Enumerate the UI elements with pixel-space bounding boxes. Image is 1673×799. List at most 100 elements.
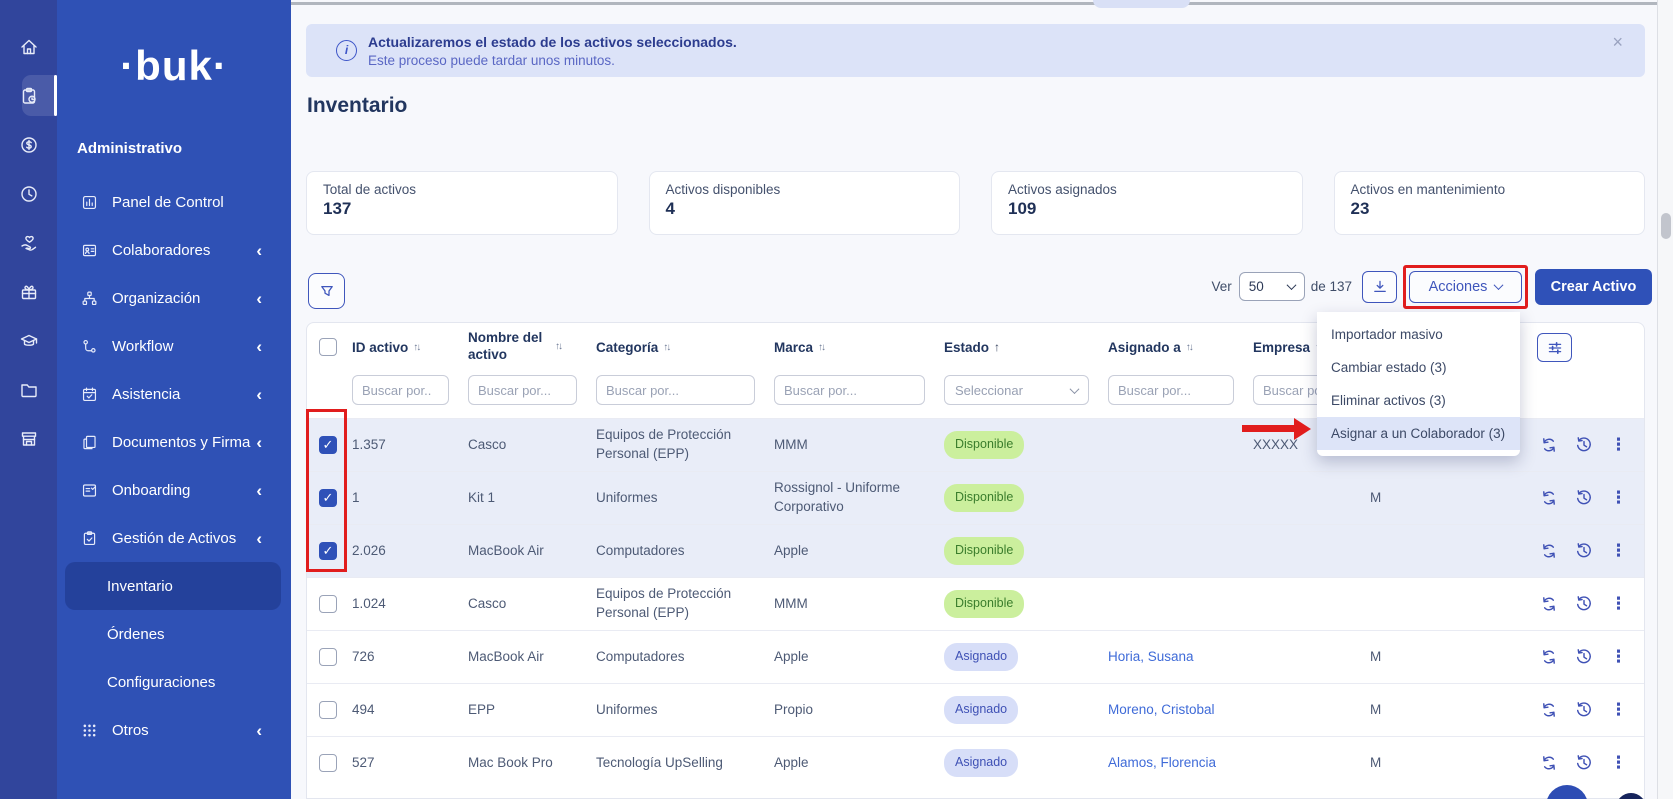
rail-item-marketplace[interactable] xyxy=(0,414,57,463)
banner-close-icon[interactable]: × xyxy=(1612,32,1623,53)
sync-icon[interactable] xyxy=(1540,542,1558,560)
sync-icon[interactable] xyxy=(1540,489,1558,507)
assignee-link[interactable]: Horia, Susana xyxy=(1108,649,1194,664)
column-header-marca[interactable]: Marca↑↓ xyxy=(767,340,937,355)
row-checkbox[interactable] xyxy=(319,595,337,613)
kebab-menu-icon[interactable]: ⋮ xyxy=(1610,648,1627,666)
sidebar-item-onboarding[interactable]: Onboarding‹ xyxy=(57,466,291,514)
cell-estado: Asignado xyxy=(937,743,1101,783)
sidebar-subitem-configuraciones[interactable]: Configuraciones xyxy=(65,658,281,706)
cell-id: 2.026 xyxy=(345,536,461,567)
history-icon[interactable] xyxy=(1575,489,1593,507)
filter-input-asignado-a[interactable] xyxy=(1108,375,1234,405)
row-checkbox[interactable]: ✓ xyxy=(319,542,337,560)
sidebar-item-documentos-y-firma[interactable]: Documentos y Firma‹ xyxy=(57,418,291,466)
buk-logo: ·buk· xyxy=(57,42,291,90)
rail-item-files[interactable] xyxy=(0,365,57,414)
menu-item-3[interactable]: Asignar a un Colaborador (3) xyxy=(1317,417,1520,450)
sidebar-item-organizaci-n[interactable]: Organización‹ xyxy=(57,274,291,322)
files-icon xyxy=(19,380,39,400)
filter-cell-4: Seleccionar xyxy=(937,371,1101,418)
rail-item-remunerations[interactable] xyxy=(0,120,57,169)
sidebar-item-label: Documentos y Firma xyxy=(112,434,256,451)
kebab-menu-icon[interactable]: ⋮ xyxy=(1610,754,1627,772)
filter-input-id-activo[interactable] xyxy=(352,375,449,405)
column-header-categor-a[interactable]: Categoría↑↓ xyxy=(589,340,767,355)
kebab-menu-icon[interactable]: ⋮ xyxy=(1610,701,1627,719)
row-checkbox-cell xyxy=(307,589,345,619)
cell-extra: M xyxy=(1363,642,1421,673)
filter-input-nombre-del-activo[interactable] xyxy=(468,375,577,405)
menu-item-1[interactable]: Cambiar estado (3) xyxy=(1317,351,1520,384)
column-header-id-activo[interactable]: ID activo↑↓ xyxy=(345,340,461,355)
assignee-link[interactable]: Alamos, Florencia xyxy=(1108,755,1216,770)
stat-value: 23 xyxy=(1351,199,1629,219)
time-icon xyxy=(19,184,39,204)
cell-marca: MMM xyxy=(767,589,937,620)
row-checkbox[interactable]: ✓ xyxy=(319,436,337,454)
row-checkbox[interactable]: ✓ xyxy=(319,489,337,507)
sidebar-item-gesti-n-de-activos[interactable]: Gestión de Activos‹ xyxy=(57,514,291,562)
sync-icon[interactable] xyxy=(1540,595,1558,613)
history-icon[interactable] xyxy=(1575,436,1593,454)
sync-icon[interactable] xyxy=(1540,648,1558,666)
sidebar-item-otros[interactable]: Otros‹ xyxy=(57,706,291,754)
sidebar-item-panel-de-control[interactable]: Panel de Control xyxy=(57,178,291,226)
sidebar-subitem--rdenes[interactable]: Órdenes xyxy=(65,610,281,658)
rail-item-benefits[interactable] xyxy=(0,218,57,267)
rail-item-asset-management[interactable] xyxy=(0,71,57,120)
menu-item-0[interactable]: Importador masivo xyxy=(1317,318,1520,351)
chevron-left-icon: ‹ xyxy=(256,386,262,403)
history-icon[interactable] xyxy=(1575,701,1593,719)
select-all-checkbox[interactable] xyxy=(319,338,337,356)
menu-item-2[interactable]: Eliminar activos (3) xyxy=(1317,384,1520,417)
page-title: Inventario xyxy=(307,94,407,118)
estado-filter-select[interactable]: Seleccionar xyxy=(944,375,1089,405)
kebab-menu-icon[interactable]: ⋮ xyxy=(1610,436,1627,454)
cell-categoria: Computadores xyxy=(589,536,767,567)
history-icon[interactable] xyxy=(1575,754,1593,772)
column-header-estado[interactable]: Estado↑ xyxy=(937,340,1101,355)
rail-item-training[interactable] xyxy=(0,316,57,365)
filter-button[interactable] xyxy=(308,273,345,309)
sync-icon[interactable] xyxy=(1540,754,1558,772)
column-header-asignado-a[interactable]: Asignado a↑↓ xyxy=(1101,340,1246,355)
sidebar-subitem-inventario[interactable]: Inventario xyxy=(65,562,281,610)
funnel-icon xyxy=(319,283,335,299)
kebab-menu-icon[interactable]: ⋮ xyxy=(1610,595,1627,613)
row-checkbox[interactable] xyxy=(319,754,337,772)
sidebar-item-label: Organización xyxy=(112,290,256,307)
filter-input-marca[interactable] xyxy=(774,375,925,405)
kebab-menu-icon[interactable]: ⋮ xyxy=(1610,542,1627,560)
sidebar-item-asistencia[interactable]: Asistencia‹ xyxy=(57,370,291,418)
rail-item-home[interactable] xyxy=(0,22,57,71)
table-row: ✓1Kit 1UniformesRossignol - Uniforme Cor… xyxy=(307,471,1644,524)
row-checkbox[interactable] xyxy=(319,648,337,666)
sidebar-item-workflow[interactable]: Workflow‹ xyxy=(57,322,291,370)
sync-icon[interactable] xyxy=(1540,436,1558,454)
sync-icon[interactable] xyxy=(1540,701,1558,719)
scrollbar-thumb[interactable] xyxy=(1661,213,1671,239)
history-icon[interactable] xyxy=(1575,595,1593,613)
status-badge: Disponible xyxy=(944,537,1024,565)
download-button[interactable] xyxy=(1362,271,1397,303)
assignee-link[interactable]: Moreno, Cristobal xyxy=(1108,702,1215,717)
filter-input-categor-a[interactable] xyxy=(596,375,755,405)
stat-card-2: Activos asignados109 xyxy=(991,171,1303,235)
cell-asignado: Horia, Susana xyxy=(1101,642,1246,673)
collaborators-icon xyxy=(81,242,98,259)
history-icon[interactable] xyxy=(1575,542,1593,560)
crear-activo-button[interactable]: Crear Activo xyxy=(1535,269,1652,305)
cell-nombre: EPP xyxy=(461,695,589,726)
rail-item-culture[interactable] xyxy=(0,267,57,316)
kebab-menu-icon[interactable]: ⋮ xyxy=(1610,489,1627,507)
acciones-button[interactable]: Acciones xyxy=(1409,271,1522,303)
column-header-nombre-del-activo[interactable]: Nombre del activo↑↓ xyxy=(461,330,589,364)
rail-item-time[interactable] xyxy=(0,169,57,218)
sidebar-item-colaboradores[interactable]: Colaboradores‹ xyxy=(57,226,291,274)
row-checkbox[interactable] xyxy=(319,701,337,719)
page-size-select[interactable]: 50 xyxy=(1239,272,1305,301)
column-settings-button[interactable] xyxy=(1537,333,1572,362)
estado-filter-placeholder: Seleccionar xyxy=(955,383,1023,398)
history-icon[interactable] xyxy=(1575,648,1593,666)
